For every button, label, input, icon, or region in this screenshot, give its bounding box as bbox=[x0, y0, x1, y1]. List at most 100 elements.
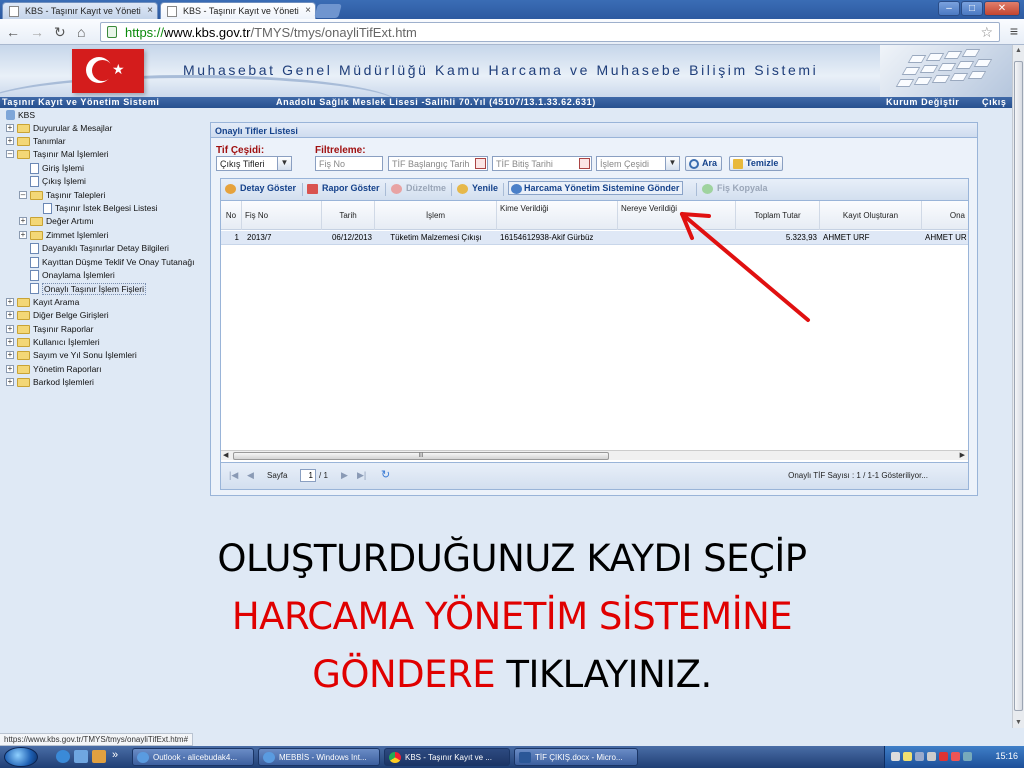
refresh-icon[interactable]: ↻ bbox=[381, 468, 390, 481]
collapse-icon[interactable]: – bbox=[19, 190, 27, 199]
change-institution-link[interactable]: Kurum Değiştir bbox=[886, 97, 959, 108]
expand-icon[interactable]: + bbox=[6, 378, 14, 387]
column-header-approved-by[interactable]: Ona bbox=[922, 201, 968, 230]
grid-horizontal-scrollbar[interactable]: ◀ III ▶ bbox=[221, 450, 968, 460]
chevron-down-icon[interactable]: ▼ bbox=[665, 157, 679, 170]
address-bar[interactable]: https://www.kbs.gov.tr/TMYS/tmys/onayliT… bbox=[100, 22, 1000, 42]
column-header-fis-no[interactable]: Fiş No bbox=[242, 201, 322, 230]
minimize-button[interactable]: – bbox=[938, 1, 960, 16]
lock-icon bbox=[107, 26, 117, 38]
desktop-quicklaunch-icon[interactable] bbox=[74, 750, 88, 763]
grid-pager: |◀ ◀ Sayfa 1 / 1 ▶ ▶| ↻ Onaylı TİF Sayıs… bbox=[221, 462, 968, 489]
ie-quicklaunch-icon[interactable] bbox=[56, 750, 70, 763]
page-vertical-scrollbar[interactable]: ▲ ▼ bbox=[1012, 45, 1024, 728]
send-to-hys-button[interactable]: Harcama Yönetim Sistemine Gönder bbox=[508, 181, 684, 195]
expand-icon[interactable]: + bbox=[6, 123, 14, 132]
expand-icon[interactable]: + bbox=[6, 324, 14, 333]
expand-icon[interactable]: + bbox=[6, 311, 14, 320]
refresh-button[interactable]: Yenile bbox=[457, 183, 498, 194]
previous-page-icon[interactable]: ◀ bbox=[247, 470, 254, 481]
column-header-operation[interactable]: İşlem bbox=[375, 201, 497, 230]
expand-icon[interactable]: + bbox=[6, 297, 14, 306]
column-header-recipient[interactable]: Kime Verildiği bbox=[497, 201, 618, 230]
logout-link[interactable]: Çıkış bbox=[982, 97, 1007, 108]
browser-menu-icon[interactable]: ≡ bbox=[1010, 23, 1018, 39]
clear-button[interactable]: Temizle bbox=[729, 156, 784, 171]
column-header-no[interactable]: No bbox=[221, 201, 242, 230]
users-quicklaunch-icon[interactable] bbox=[92, 750, 106, 763]
table-row[interactable]: 1 2013/7 06/12/2013 Tüketim Malzemesi Çı… bbox=[221, 231, 968, 245]
expand-icon[interactable]: + bbox=[6, 337, 14, 346]
operation-type-select[interactable]: İşlem Çeşidi ▼ bbox=[596, 156, 680, 171]
first-page-icon[interactable]: |◀ bbox=[229, 470, 238, 481]
column-header-created-by[interactable]: Kayıt Oluşturan bbox=[820, 201, 922, 230]
tray-icon[interactable] bbox=[891, 752, 900, 761]
antivirus-icon[interactable] bbox=[939, 752, 948, 761]
scroll-left-arrow-icon[interactable]: ◀ bbox=[223, 451, 228, 459]
next-page-icon[interactable]: ▶ bbox=[341, 470, 348, 481]
last-page-icon[interactable]: ▶| bbox=[357, 470, 366, 481]
start-date-input[interactable]: TİF Başlangıç Tarih bbox=[388, 156, 488, 171]
copy-button[interactable]: Fiş Kopyala bbox=[702, 183, 768, 194]
column-header-total[interactable]: Toplam Tutar bbox=[736, 201, 820, 230]
home-icon[interactable]: ⌂ bbox=[77, 24, 85, 40]
close-window-button[interactable]: ✕ bbox=[984, 1, 1020, 16]
network-icon[interactable] bbox=[915, 752, 924, 761]
maximize-button[interactable]: □ bbox=[961, 1, 983, 16]
expand-icon[interactable]: + bbox=[6, 136, 14, 145]
url-host: www.kbs.gov.tr bbox=[164, 25, 251, 40]
report-button[interactable]: Rapor Göster bbox=[307, 183, 380, 194]
operation-type-placeholder: İşlem Çeşidi bbox=[600, 159, 650, 169]
edit-button[interactable]: Düzeltme bbox=[391, 183, 446, 194]
expand-icon[interactable]: + bbox=[6, 364, 14, 373]
approved-tif-panel: Onaylı Tifler Listesi Tif Çeşidi: Filtre… bbox=[210, 122, 978, 496]
tif-type-select[interactable]: Çıkış Tifleri ▼ bbox=[216, 156, 292, 171]
taskbar-item-mebbis[interactable]: MEBBİS - Windows Int... bbox=[258, 748, 380, 766]
taskbar-item-kbs[interactable]: KBS - Taşınır Kayıt ve ... bbox=[384, 748, 510, 766]
column-header-destination[interactable]: Nereye Verildiği bbox=[618, 201, 736, 230]
calendar-icon[interactable] bbox=[475, 158, 486, 169]
end-date-input[interactable]: TİF Bitiş Tarihi bbox=[492, 156, 592, 171]
new-tab-button[interactable] bbox=[314, 4, 342, 18]
folder-icon bbox=[30, 230, 43, 240]
search-icon bbox=[689, 159, 699, 169]
tray-icon[interactable] bbox=[903, 752, 912, 761]
fis-no-input[interactable]: Fiş No bbox=[315, 156, 383, 171]
expand-icon[interactable]: + bbox=[19, 230, 27, 239]
back-arrow-icon[interactable]: ← bbox=[6, 24, 20, 40]
scroll-right-arrow-icon[interactable]: ▶ bbox=[960, 451, 965, 459]
cell-total: 5.323,93 bbox=[785, 233, 817, 242]
expand-icon[interactable]: + bbox=[6, 351, 14, 360]
browser-tab-2[interactable]: KBS - Taşınır Kayıt ve Yöneti × bbox=[160, 2, 316, 19]
browser-tab-1[interactable]: KBS - Taşınır Kayıt ve Yöneti × bbox=[2, 2, 158, 19]
bookmark-star-icon[interactable]: ☆ bbox=[980, 24, 993, 41]
tray-icon[interactable] bbox=[951, 752, 960, 761]
quicklaunch-overflow-icon[interactable]: » bbox=[112, 749, 118, 761]
collapse-icon[interactable]: – bbox=[6, 150, 14, 159]
browser-tab-strip: KBS - Taşınır Kayıt ve Yöneti × KBS - Ta… bbox=[0, 0, 1024, 19]
page-number-input[interactable]: 1 bbox=[300, 469, 316, 482]
clock[interactable]: 15:16 bbox=[995, 751, 1018, 761]
taskbar-item-outlook[interactable]: Outlook - alicebudak4... bbox=[132, 748, 254, 766]
tray-icon[interactable] bbox=[963, 752, 972, 761]
column-header-date[interactable]: Tarih bbox=[322, 201, 375, 230]
close-tab-icon[interactable]: × bbox=[147, 5, 153, 16]
scroll-down-arrow-icon[interactable]: ▼ bbox=[1015, 719, 1022, 726]
reload-icon[interactable]: ↻ bbox=[54, 24, 66, 41]
app-bar: Taşınır Kayıt ve Yönetim Sistemi Anadolu… bbox=[0, 97, 1012, 108]
taskbar-item-word[interactable]: TİF ÇIKIŞ.docx - Micro... bbox=[514, 748, 638, 766]
volume-icon[interactable] bbox=[927, 752, 936, 761]
scrollbar-thumb[interactable]: III bbox=[233, 452, 609, 460]
scrollbar-thumb[interactable] bbox=[1014, 61, 1023, 711]
detail-button[interactable]: Detay Göster bbox=[225, 183, 296, 194]
scroll-up-arrow-icon[interactable]: ▲ bbox=[1015, 47, 1022, 54]
calendar-icon[interactable] bbox=[579, 158, 590, 169]
forward-arrow-icon[interactable]: → bbox=[30, 24, 44, 40]
toolbar-separator bbox=[302, 183, 303, 196]
taskbar-item-label: KBS - Taşınır Kayıt ve ... bbox=[405, 753, 492, 762]
close-tab-icon[interactable]: × bbox=[305, 5, 311, 16]
expand-icon[interactable]: + bbox=[19, 217, 27, 226]
search-button[interactable]: Ara bbox=[685, 156, 723, 171]
start-button[interactable] bbox=[4, 747, 38, 767]
chevron-down-icon[interactable]: ▼ bbox=[277, 157, 291, 170]
